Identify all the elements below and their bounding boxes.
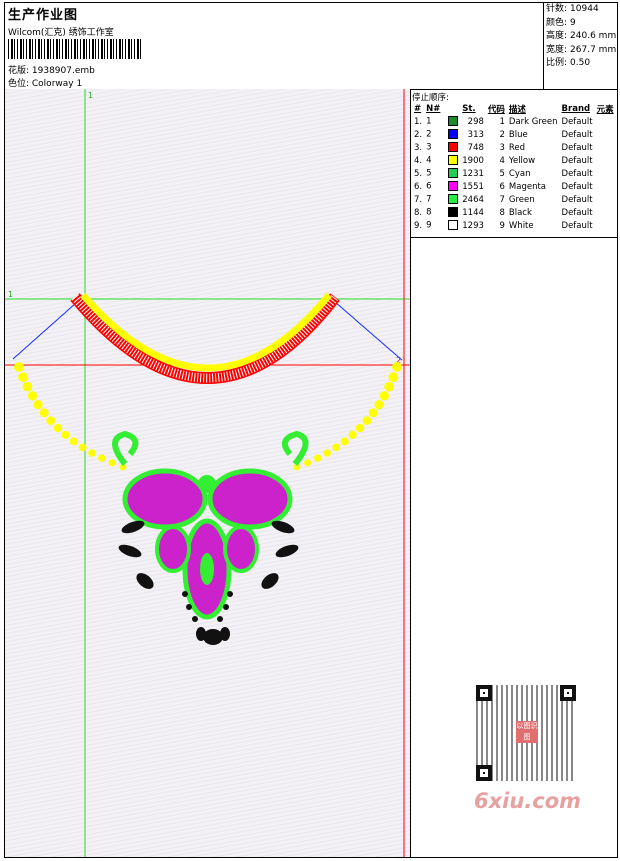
center-jewel (200, 553, 214, 585)
table-row: 3. 3 748 3 Red Default (414, 142, 593, 153)
color-swatch (448, 168, 459, 179)
table-row: 7. 7 2464 7 Green Default (414, 194, 593, 205)
design-canvas: 1 1 2 (5, 89, 411, 857)
qr-logo: 以图识图 (516, 721, 538, 743)
column-header: Brand (561, 103, 591, 114)
colorway: 色位: Colorway 1 (8, 79, 83, 89)
color-swatch (448, 207, 459, 218)
barcode (8, 39, 142, 59)
marker-left: 1 (8, 290, 13, 299)
table-header: # N# St. 代码 描述 Brand 元素 (412, 102, 616, 115)
company-name: Wilcom(汇克) 绣饰工作室 (8, 28, 114, 38)
qr-code: 以图识图 (470, 679, 582, 787)
header-left: 生产作业图 Wilcom(汇克) 绣饰工作室 花版: 1938907.emb 色… (5, 3, 543, 90)
column-header: 元素 (596, 104, 614, 115)
pendant-motif (112, 430, 309, 645)
design-stats: 针数: 10944 颜色: 9 高度: 240.6 mm 宽度: 267.7 mm 比例: 0.5… (543, 3, 618, 90)
column-header: # (414, 103, 422, 114)
color-swatch (448, 116, 459, 127)
color-swatch (448, 194, 459, 205)
table-row: 2. 2 313 2 Blue Default (414, 129, 593, 140)
column-header: N# (426, 103, 441, 114)
blue-underlay-outline (326, 294, 403, 361)
marker-top: 1 (88, 91, 93, 100)
yellow-band (80, 292, 332, 372)
left-petal (155, 525, 191, 573)
color-swatch (448, 181, 459, 192)
stop-sequence-panel: 停止顺序: # N# St. 代码 描述 Brand 元素 1. 1 298 1 Dark Gre… (410, 89, 617, 238)
embroidery-design: 1 1 2 (5, 89, 410, 857)
right-petal (223, 525, 259, 573)
column-header: 描述 (508, 104, 526, 115)
color-swatch (448, 220, 459, 231)
center-knot (198, 475, 216, 493)
stat-row: 高度: 240.6 mm (546, 31, 617, 41)
watermark-text: 6xiu.com (474, 789, 582, 813)
design-file: 花版: 1938907.emb (8, 66, 95, 76)
right-wing (207, 468, 293, 530)
right-scroll (281, 430, 309, 466)
table-row: 6. 6 1551 6 Magenta Default (414, 181, 593, 192)
stop-sequence-table: # N# St. 代码 描述 Brand 元素 1. 1 298 1 Dark Green Defa… (412, 102, 616, 232)
stat-row: 比例: 0.50 (546, 58, 591, 68)
stat-row: 宽度: 267.7 mm (546, 44, 617, 55)
column-header: St. (462, 103, 476, 114)
color-swatch (448, 155, 459, 166)
stat-row: 针数: 10944 (546, 4, 599, 14)
left-wing (122, 468, 208, 530)
table-row: 5. 5 1231 5 Cyan Default (414, 168, 593, 179)
table-row: 9. 9 1293 9 White Default (414, 220, 593, 231)
left-scroll (112, 430, 139, 466)
color-swatch (448, 129, 459, 140)
page-title: 生产作业图 (8, 8, 79, 23)
table-row: 8. 8 1144 8 Black Default (414, 207, 593, 218)
table-row: 1. 1 298 1 Dark Green Default (414, 116, 593, 127)
stat-row: 颜色: 9 (546, 17, 576, 28)
table-row: 4. 4 1900 4 Yellow Default (414, 155, 593, 166)
color-swatch (448, 142, 459, 153)
column-header: 代码 (487, 104, 505, 115)
